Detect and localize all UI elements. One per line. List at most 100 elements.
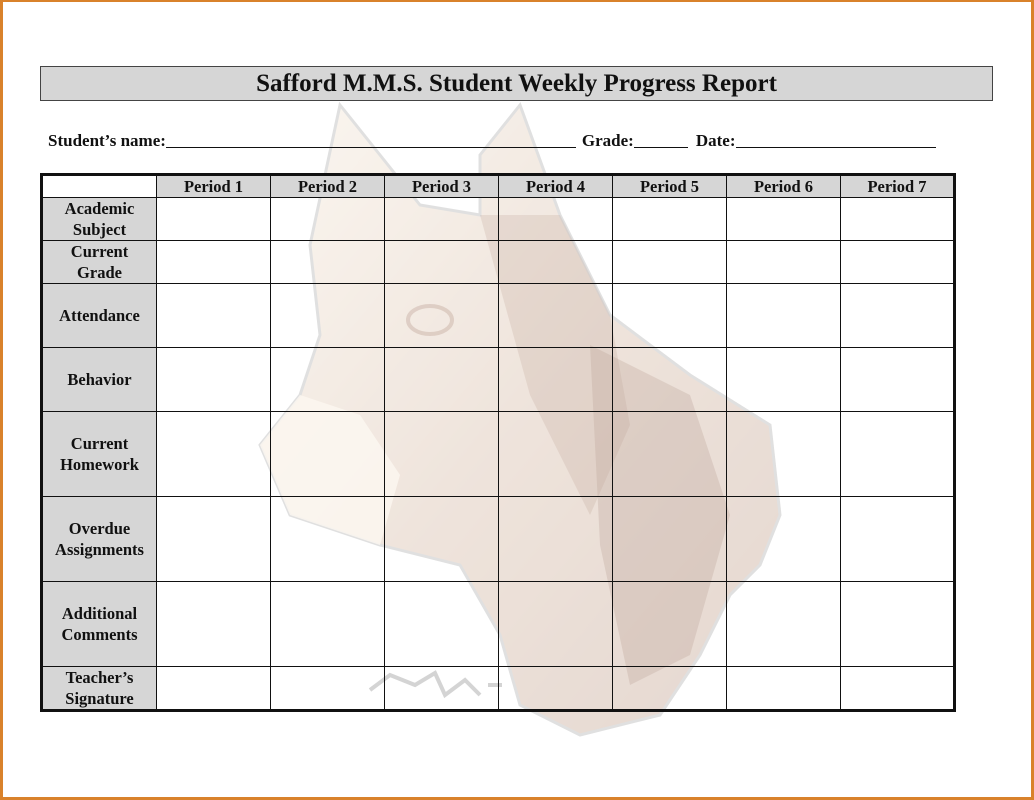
row-label-attendance: Attendance xyxy=(41,283,157,348)
table-row-behavior: Behavior xyxy=(41,347,955,412)
cell-attendance-period-4[interactable] xyxy=(498,283,613,348)
cell-additional-comments-period-2[interactable] xyxy=(270,581,385,667)
cell-academic-subject-period-7[interactable] xyxy=(840,197,955,241)
table-row-current-grade: Current Grade xyxy=(41,240,955,284)
row-label-line1: Overdue xyxy=(68,519,131,538)
row-label-line1: Additional xyxy=(61,604,138,623)
report-title-bar: Safford M.M.S. Student Weekly Progress R… xyxy=(40,66,993,101)
date-label: Date: xyxy=(695,131,736,150)
cell-overdue-assignments-period-7[interactable] xyxy=(840,496,955,582)
row-label-line2: Comments xyxy=(61,625,138,644)
cell-current-grade-period-5[interactable] xyxy=(612,240,727,284)
cell-current-grade-period-2[interactable] xyxy=(270,240,385,284)
row-label-line2: Assignments xyxy=(55,540,144,559)
row-label-line1: Academic xyxy=(64,199,135,218)
cell-additional-comments-period-4[interactable] xyxy=(498,581,613,667)
cell-teachers-signature-period-2[interactable] xyxy=(270,666,385,711)
student-name-field[interactable] xyxy=(165,131,576,148)
cell-teachers-signature-period-6[interactable] xyxy=(726,666,841,711)
progress-table: Period 1 Period 2 Period 3 Period 4 Peri… xyxy=(40,173,956,712)
report-title: Safford M.M.S. Student Weekly Progress R… xyxy=(256,69,777,97)
cell-current-homework-period-6[interactable] xyxy=(726,411,841,497)
cell-teachers-signature-period-7[interactable] xyxy=(840,666,955,711)
cell-current-homework-period-1[interactable] xyxy=(156,411,271,497)
table-row-teachers-signature: Teacher’s Signature xyxy=(41,666,955,711)
row-label-teachers-signature: Teacher’s Signature xyxy=(41,666,157,711)
cell-academic-subject-period-5[interactable] xyxy=(612,197,727,241)
cell-additional-comments-period-6[interactable] xyxy=(726,581,841,667)
cell-behavior-period-7[interactable] xyxy=(840,347,955,412)
cell-current-homework-period-2[interactable] xyxy=(270,411,385,497)
cell-overdue-assignments-period-3[interactable] xyxy=(384,496,499,582)
cell-attendance-period-7[interactable] xyxy=(840,283,955,348)
cell-attendance-period-1[interactable] xyxy=(156,283,271,348)
period-2-header: Period 2 xyxy=(270,174,385,198)
cell-attendance-period-3[interactable] xyxy=(384,283,499,348)
table-row-overdue-assignments: Overdue Assignments xyxy=(41,496,955,582)
cell-overdue-assignments-period-6[interactable] xyxy=(726,496,841,582)
row-label-line1: Teacher’s xyxy=(65,668,134,687)
table-row-attendance: Attendance xyxy=(41,283,955,348)
cell-current-homework-period-7[interactable] xyxy=(840,411,955,497)
date-field[interactable] xyxy=(735,131,936,148)
row-label-current-grade: Current Grade xyxy=(41,240,157,284)
cell-academic-subject-period-4[interactable] xyxy=(498,197,613,241)
cell-overdue-assignments-period-5[interactable] xyxy=(612,496,727,582)
row-label-line1: Behavior xyxy=(67,370,132,389)
cell-current-homework-period-5[interactable] xyxy=(612,411,727,497)
cell-overdue-assignments-period-2[interactable] xyxy=(270,496,385,582)
cell-behavior-period-2[interactable] xyxy=(270,347,385,412)
cell-behavior-period-4[interactable] xyxy=(498,347,613,412)
row-label-line1: Current xyxy=(70,242,129,261)
period-3-header: Period 3 xyxy=(384,174,499,198)
cell-additional-comments-period-1[interactable] xyxy=(156,581,271,667)
cell-overdue-assignments-period-4[interactable] xyxy=(498,496,613,582)
cell-teachers-signature-period-4[interactable] xyxy=(498,666,613,711)
cell-academic-subject-period-2[interactable] xyxy=(270,197,385,241)
cell-behavior-period-3[interactable] xyxy=(384,347,499,412)
cell-current-grade-period-1[interactable] xyxy=(156,240,271,284)
row-label-overdue-assignments: Overdue Assignments xyxy=(41,496,157,582)
cell-overdue-assignments-period-1[interactable] xyxy=(156,496,271,582)
cell-current-homework-period-4[interactable] xyxy=(498,411,613,497)
cell-current-grade-period-4[interactable] xyxy=(498,240,613,284)
student-info-line: Student’s name: Grade: Date: xyxy=(48,131,936,151)
table-row-academic-subject: Academic Subject xyxy=(41,197,955,241)
cell-additional-comments-period-3[interactable] xyxy=(384,581,499,667)
cell-additional-comments-period-7[interactable] xyxy=(840,581,955,667)
row-label-additional-comments: Additional Comments xyxy=(41,581,157,667)
cell-current-homework-period-3[interactable] xyxy=(384,411,499,497)
row-label-academic-subject: Academic Subject xyxy=(41,197,157,241)
cell-behavior-period-5[interactable] xyxy=(612,347,727,412)
row-label-behavior: Behavior xyxy=(41,347,157,412)
period-6-header: Period 6 xyxy=(726,174,841,198)
cell-academic-subject-period-3[interactable] xyxy=(384,197,499,241)
cell-behavior-period-6[interactable] xyxy=(726,347,841,412)
cell-current-grade-period-3[interactable] xyxy=(384,240,499,284)
cell-teachers-signature-period-3[interactable] xyxy=(384,666,499,711)
cell-current-grade-period-6[interactable] xyxy=(726,240,841,284)
table-header-row: Period 1 Period 2 Period 3 Period 4 Peri… xyxy=(41,174,955,198)
cell-academic-subject-period-6[interactable] xyxy=(726,197,841,241)
period-4-header: Period 4 xyxy=(498,174,613,198)
cell-current-grade-period-7[interactable] xyxy=(840,240,955,284)
cell-behavior-period-1[interactable] xyxy=(156,347,271,412)
period-5-header: Period 5 xyxy=(612,174,727,198)
period-1-header: Period 1 xyxy=(156,174,271,198)
cell-additional-comments-period-5[interactable] xyxy=(612,581,727,667)
cell-teachers-signature-period-1[interactable] xyxy=(156,666,271,711)
table-row-additional-comments: Additional Comments xyxy=(41,581,955,667)
grade-field[interactable] xyxy=(633,131,688,148)
row-label-line2: Subject xyxy=(72,220,127,239)
cell-teachers-signature-period-5[interactable] xyxy=(612,666,727,711)
cell-attendance-period-6[interactable] xyxy=(726,283,841,348)
row-label-line2: Grade xyxy=(77,263,122,282)
grade-label: Grade: xyxy=(581,131,634,150)
cell-attendance-period-2[interactable] xyxy=(270,283,385,348)
period-7-header: Period 7 xyxy=(840,174,955,198)
row-label-line2: Homework xyxy=(60,455,139,474)
student-name-label: Student’s name: xyxy=(48,131,166,150)
cell-academic-subject-period-1[interactable] xyxy=(156,197,271,241)
cell-attendance-period-5[interactable] xyxy=(612,283,727,348)
row-label-line1: Current xyxy=(70,434,129,453)
